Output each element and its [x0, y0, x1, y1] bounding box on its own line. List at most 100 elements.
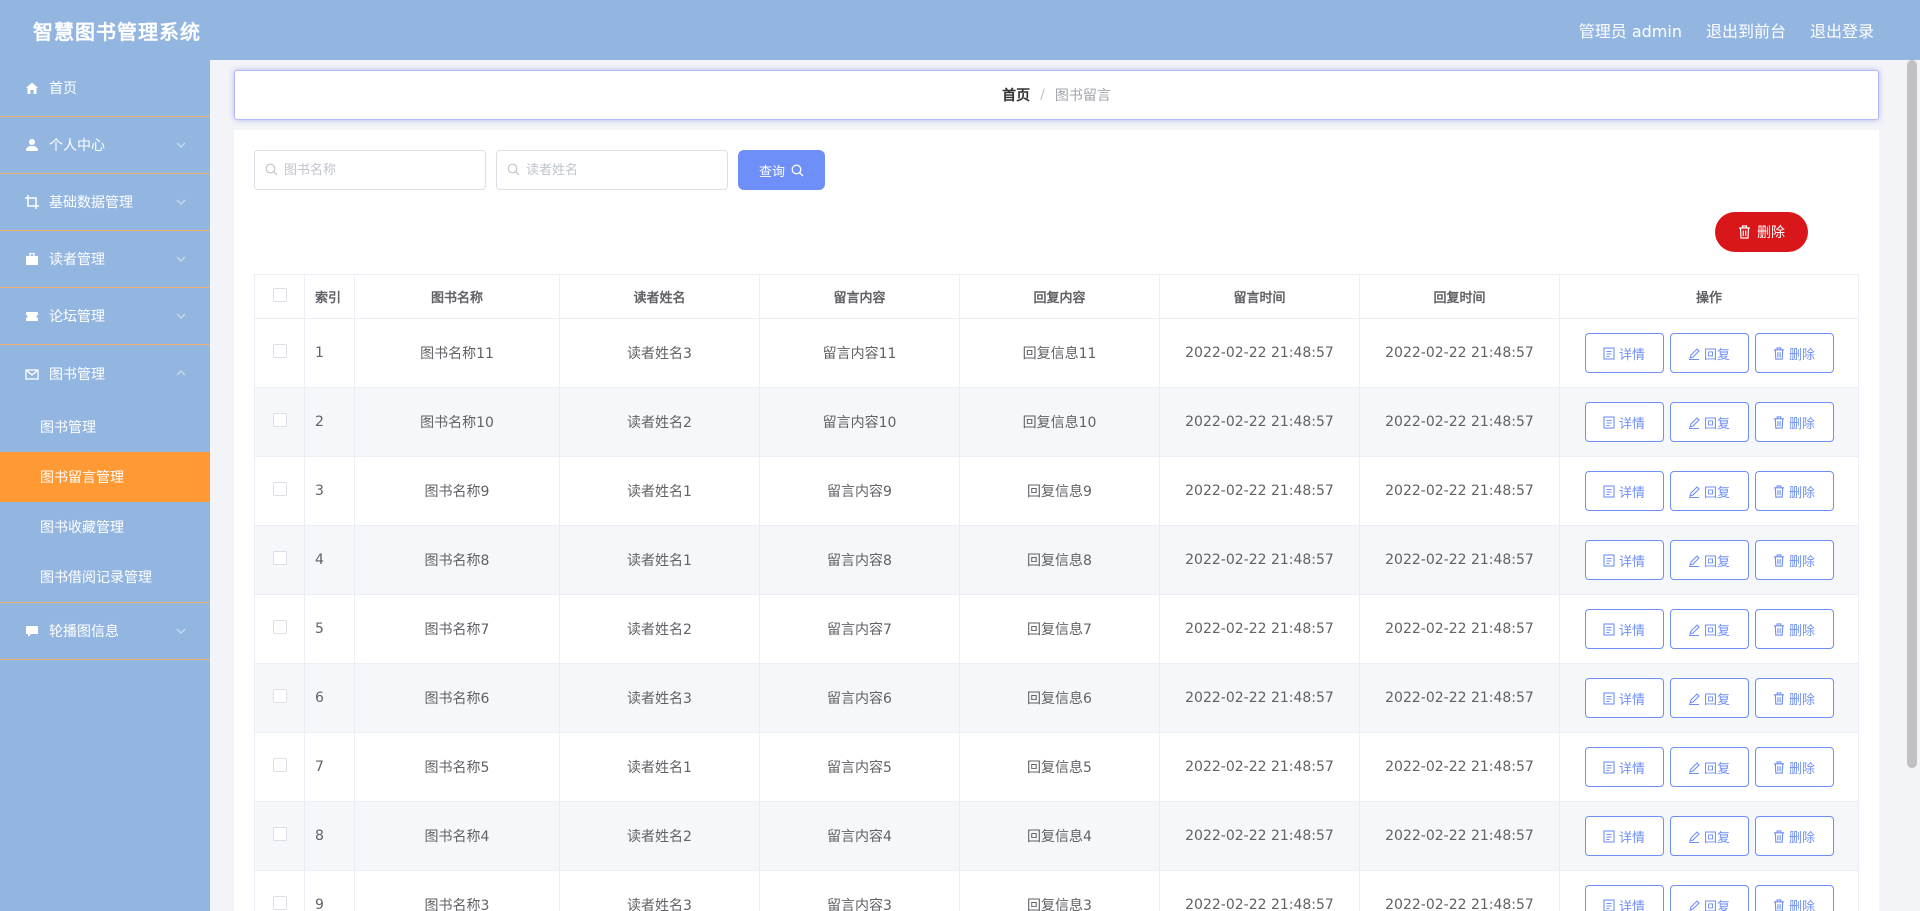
column-header-message-time: 留言时间 [1159, 274, 1360, 319]
reply-button[interactable]: 回复 [1669, 609, 1749, 649]
table-row: 5 图书名称7 读者姓名2 留言内容7 回复信息7 2022-02-22 21:48:57… [254, 594, 1859, 664]
row-checkbox[interactable] [272, 896, 287, 910]
table-row: 7 图书名称5 读者姓名1 留言内容5 回复信息5 2022-02-22 21:48:57… [254, 732, 1859, 802]
reply-button[interactable]: 回复 [1669, 402, 1749, 442]
logout-link[interactable]: 退出登录 [1810, 18, 1874, 42]
delete-button[interactable]: 删除 [1754, 816, 1834, 856]
chat-icon [24, 623, 40, 639]
trash-icon [1773, 484, 1785, 498]
column-header-actions: 操作 [1559, 274, 1859, 319]
exit-to-frontend-link[interactable]: 退出到前台 [1706, 18, 1786, 42]
column-header-index: 索引 [304, 274, 355, 319]
sidebar-item-carousel-info[interactable]: 轮播图信息 [0, 603, 210, 660]
page-scrollbar[interactable] [1907, 60, 1917, 768]
edit-icon [1688, 761, 1700, 774]
detail-button[interactable]: 详情 [1584, 816, 1664, 856]
detail-button[interactable]: 详情 [1584, 333, 1664, 373]
row-checkbox[interactable] [272, 827, 287, 841]
detail-button[interactable]: 详情 [1584, 471, 1664, 511]
row-checkbox[interactable] [272, 620, 287, 634]
detail-button[interactable]: 详情 [1584, 609, 1664, 649]
chevron-down-icon [174, 138, 188, 152]
sidebar-item-basic-data[interactable]: 基础数据管理 [0, 174, 210, 231]
query-button[interactable]: 查询 [738, 150, 825, 190]
cell-reply-time: 2022-02-22 21:48:57 [1359, 870, 1560, 911]
delete-button[interactable]: 删除 [1754, 333, 1834, 373]
reader-name-input[interactable] [526, 162, 716, 178]
sidebar-subitem-borrow-record-management[interactable]: 图书借阅记录管理 [0, 552, 210, 602]
delete-button-label: 删除 [1788, 692, 1815, 708]
cell-message: 留言内容6 [759, 663, 960, 733]
content-panel: 查询 删除 索引 图书名称 读者姓名 留言内容 [234, 130, 1879, 911]
sidebar-item-reader-management[interactable]: 读者管理 [0, 231, 210, 288]
cell-book-name: 图书名称9 [354, 456, 560, 526]
delete-button[interactable]: 删除 [1754, 678, 1834, 718]
edit-icon [1688, 899, 1700, 911]
sidebar-subitem-book-management[interactable]: 图书管理 [0, 402, 210, 452]
reply-button-label: 回复 [1703, 761, 1730, 777]
sidebar-subitem-book-collection-management[interactable]: 图书收藏管理 [0, 502, 210, 552]
delete-button-label: 删除 [1788, 416, 1815, 432]
cell-reply: 回复信息8 [959, 525, 1160, 595]
cell-index: 5 [304, 594, 355, 664]
admin-user-link[interactable]: 管理员 admin [1579, 18, 1682, 42]
row-checkbox[interactable] [272, 551, 287, 565]
reply-button[interactable]: 回复 [1669, 885, 1749, 911]
select-all-checkbox[interactable] [272, 287, 287, 302]
row-checkbox[interactable] [272, 482, 287, 496]
cell-reply: 回复信息5 [959, 732, 1160, 802]
edit-icon [1688, 692, 1700, 705]
detail-button[interactable]: 详情 [1584, 540, 1664, 580]
row-checkbox[interactable] [272, 344, 287, 358]
reply-button-label: 回复 [1703, 554, 1730, 570]
cell-message-time: 2022-02-22 21:48:57 [1159, 801, 1360, 871]
row-select-cell [254, 525, 305, 595]
cell-message-time: 2022-02-22 21:48:57 [1159, 318, 1360, 388]
document-icon [1603, 484, 1615, 498]
sidebar-item-label: 轮播图信息 [49, 624, 119, 640]
delete-button[interactable]: 删除 [1754, 885, 1834, 911]
trash-icon [1773, 829, 1785, 843]
sidebar-item-personal-center[interactable]: 个人中心 [0, 117, 210, 174]
row-checkbox[interactable] [272, 413, 287, 427]
crop-icon [24, 194, 40, 210]
delete-button[interactable]: 删除 [1754, 540, 1834, 580]
book-name-input[interactable] [284, 162, 474, 178]
reply-button[interactable]: 回复 [1669, 540, 1749, 580]
reply-button[interactable]: 回复 [1669, 471, 1749, 511]
detail-button[interactable]: 详情 [1584, 747, 1664, 787]
reply-button[interactable]: 回复 [1669, 678, 1749, 718]
cell-message-time: 2022-02-22 21:48:57 [1159, 663, 1360, 733]
delete-button[interactable]: 删除 [1754, 747, 1834, 787]
cell-reader-name: 读者姓名1 [559, 732, 760, 802]
reply-button[interactable]: 回复 [1669, 333, 1749, 373]
batch-delete-button[interactable]: 删除 [1715, 212, 1808, 252]
sidebar-item-label: 读者管理 [49, 252, 105, 268]
breadcrumb-home[interactable]: 首页 [1002, 85, 1030, 105]
row-checkbox[interactable] [272, 689, 287, 703]
delete-button[interactable]: 删除 [1754, 471, 1834, 511]
reply-button[interactable]: 回复 [1669, 747, 1749, 787]
detail-button[interactable]: 详情 [1584, 402, 1664, 442]
column-header-message: 留言内容 [759, 274, 960, 319]
reply-button-label: 回复 [1703, 623, 1730, 639]
detail-button[interactable]: 详情 [1584, 885, 1664, 911]
sidebar-item-home[interactable]: 首页 [0, 60, 210, 117]
breadcrumb: 首页 / 图书留言 [234, 70, 1879, 120]
cell-reply-time: 2022-02-22 21:48:57 [1359, 801, 1560, 871]
row-checkbox[interactable] [272, 758, 287, 772]
cell-reader-name: 读者姓名3 [559, 318, 760, 388]
delete-button[interactable]: 删除 [1754, 402, 1834, 442]
sidebar-item-book-management[interactable]: 图书管理 [0, 345, 210, 402]
cell-index: 8 [304, 801, 355, 871]
row-actions-cell: 详情 回复 删除 [1559, 870, 1859, 911]
detail-button-label: 详情 [1618, 692, 1645, 708]
sidebar-subitem-book-message-management[interactable]: 图书留言管理 [0, 452, 210, 502]
cell-reply: 回复信息7 [959, 594, 1160, 664]
sidebar-item-forum-management[interactable]: 论坛管理 [0, 288, 210, 345]
reply-button[interactable]: 回复 [1669, 816, 1749, 856]
cell-book-name: 图书名称7 [354, 594, 560, 664]
detail-button[interactable]: 详情 [1584, 678, 1664, 718]
trash-icon [1773, 622, 1785, 636]
delete-button[interactable]: 删除 [1754, 609, 1834, 649]
